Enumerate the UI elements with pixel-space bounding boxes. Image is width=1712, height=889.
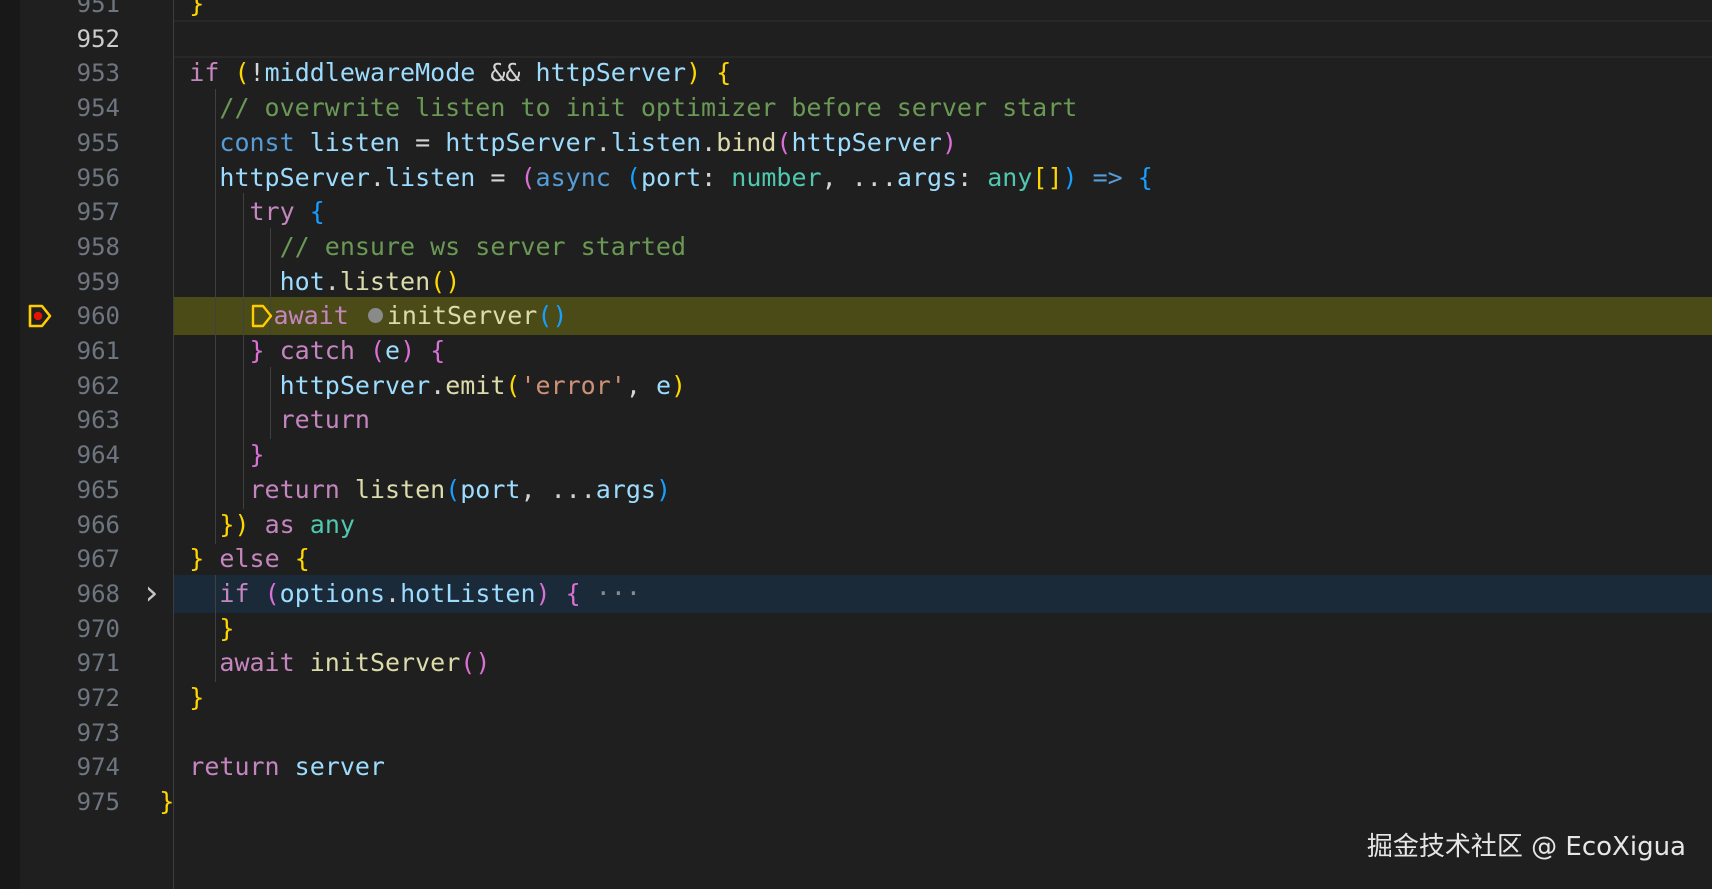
code-line-963[interactable]: 963 return [0, 401, 1712, 440]
code-line-952[interactable]: 952 [0, 19, 1712, 58]
code-text: return server [189, 752, 385, 782]
code-line-965[interactable]: 965 return listen(port, ...args) [0, 470, 1712, 509]
code-text: } else { [189, 544, 310, 574]
code-text: } [189, 683, 205, 712]
line-background [174, 610, 1712, 648]
code-text: return listen(port, ...args) [249, 474, 672, 504]
code-text: await initServer() [219, 648, 491, 678]
code-text: if (options.hotListen) { ··· [219, 578, 641, 608]
code-line-954[interactable]: 954 // overwrite listen to init optimize… [0, 89, 1712, 128]
line-background [174, 193, 1712, 231]
code-text: if (!middlewareMode && httpServer) { [189, 58, 732, 88]
code-text: try { [249, 197, 325, 227]
inline-breakpoint-dot-icon[interactable] [367, 308, 383, 324]
code-text: } catch (e) { [249, 336, 446, 365]
code-line-974[interactable]: 974 return server [0, 748, 1712, 786]
line-number: 974 [76, 753, 120, 782]
line-number: 954 [76, 94, 120, 123]
line-number: 959 [76, 267, 120, 296]
code-text: httpServer.emit('error', e) [279, 370, 687, 400]
line-number: 972 [76, 684, 120, 712]
line-background [174, 748, 1712, 786]
code-text: // overwrite listen to init optimizer be… [219, 93, 1078, 123]
code-text: await initServer() [159, 297, 567, 335]
code-text: } [159, 787, 175, 817]
line-number: 967 [76, 545, 120, 574]
line-background [174, 401, 1712, 439]
code-line-960[interactable]: 960 await initServer() [0, 297, 1712, 336]
code-text: return [279, 405, 370, 435]
line-background [174, 540, 1712, 578]
code-line-958[interactable]: 958 // ensure ws server started [0, 227, 1712, 266]
code-line-964[interactable]: 964 } [0, 436, 1712, 475]
debug-stackframe-icon [251, 305, 272, 328]
line-number: 958 [76, 232, 120, 261]
code-line-959[interactable]: 959 hot.listen() [0, 262, 1712, 301]
code-text: } [219, 613, 235, 643]
line-number: 970 [76, 614, 120, 643]
line-number: 973 [76, 718, 120, 747]
code-text: } [249, 440, 265, 470]
code-line-956[interactable]: 956 httpServer.listen = (async (port: nu… [0, 158, 1712, 197]
line-background [174, 679, 1712, 717]
code-text: }) as any [219, 509, 355, 539]
code-text: // ensure ws server started [279, 231, 686, 261]
code-text: const listen = httpServer.listen.bind(ht… [219, 127, 958, 157]
code-text: httpServer.listen = (async (port: number… [219, 162, 1153, 192]
line-number: 968 [76, 579, 120, 608]
code-line-967[interactable]: 967 } else { [0, 540, 1712, 578]
code-line-962[interactable]: 962 httpServer.emit('error', e) [0, 366, 1712, 405]
line-number: 957 [76, 198, 120, 227]
code-line-957[interactable]: 957 try { [0, 193, 1712, 232]
code-line-973[interactable]: 973 [0, 714, 1712, 752]
code-line-975[interactable]: 975} [0, 783, 1712, 821]
code-line-955[interactable]: 955 const listen = httpServer.listen.bin… [0, 123, 1712, 162]
watermark: 掘金技术社区 @ EcoXigua [1366, 832, 1686, 862]
line-number: 964 [76, 441, 120, 470]
line-number: 955 [76, 128, 120, 157]
code-line-953[interactable]: 953 if (!middlewareMode && httpServer) { [0, 54, 1712, 92]
code-line-971[interactable]: 971 await initServer() [0, 644, 1712, 683]
chevron-right-icon[interactable]: › [141, 576, 161, 610]
line-number: 956 [76, 163, 120, 192]
line-number: 952 [76, 24, 120, 53]
line-background [174, 714, 1712, 752]
code-line-970[interactable]: 970 } [0, 609, 1712, 648]
code-line-961[interactable]: 961 } catch (e) { [0, 332, 1712, 370]
line-background [174, 436, 1712, 474]
code-line-972[interactable]: 972 } [0, 679, 1712, 717]
line-number: 975 [76, 788, 120, 817]
line-number: 962 [76, 371, 120, 400]
folded-region-ellipsis[interactable]: ··· [581, 579, 641, 608]
code-line-968[interactable]: 968 if (options.hotListen) { ··· › [0, 574, 1712, 613]
line-number: 971 [76, 649, 120, 678]
code-editor[interactable]: 951 } 952 953 if (!middlewareMode && httpS… [0, 0, 1712, 889]
line-number: 953 [76, 59, 120, 88]
line-number: 963 [76, 406, 120, 435]
line-background [174, 19, 1712, 58]
line-background [174, 506, 1712, 544]
line-number: 965 [76, 475, 120, 504]
code-text: hot.listen() [279, 266, 461, 296]
code-line-966[interactable]: 966 }) as any [0, 505, 1712, 544]
debug-breakpoint-paused-icon[interactable] [27, 303, 53, 329]
line-number: 961 [76, 337, 120, 365]
line-number: 966 [76, 510, 120, 539]
line-background [174, 783, 1712, 821]
